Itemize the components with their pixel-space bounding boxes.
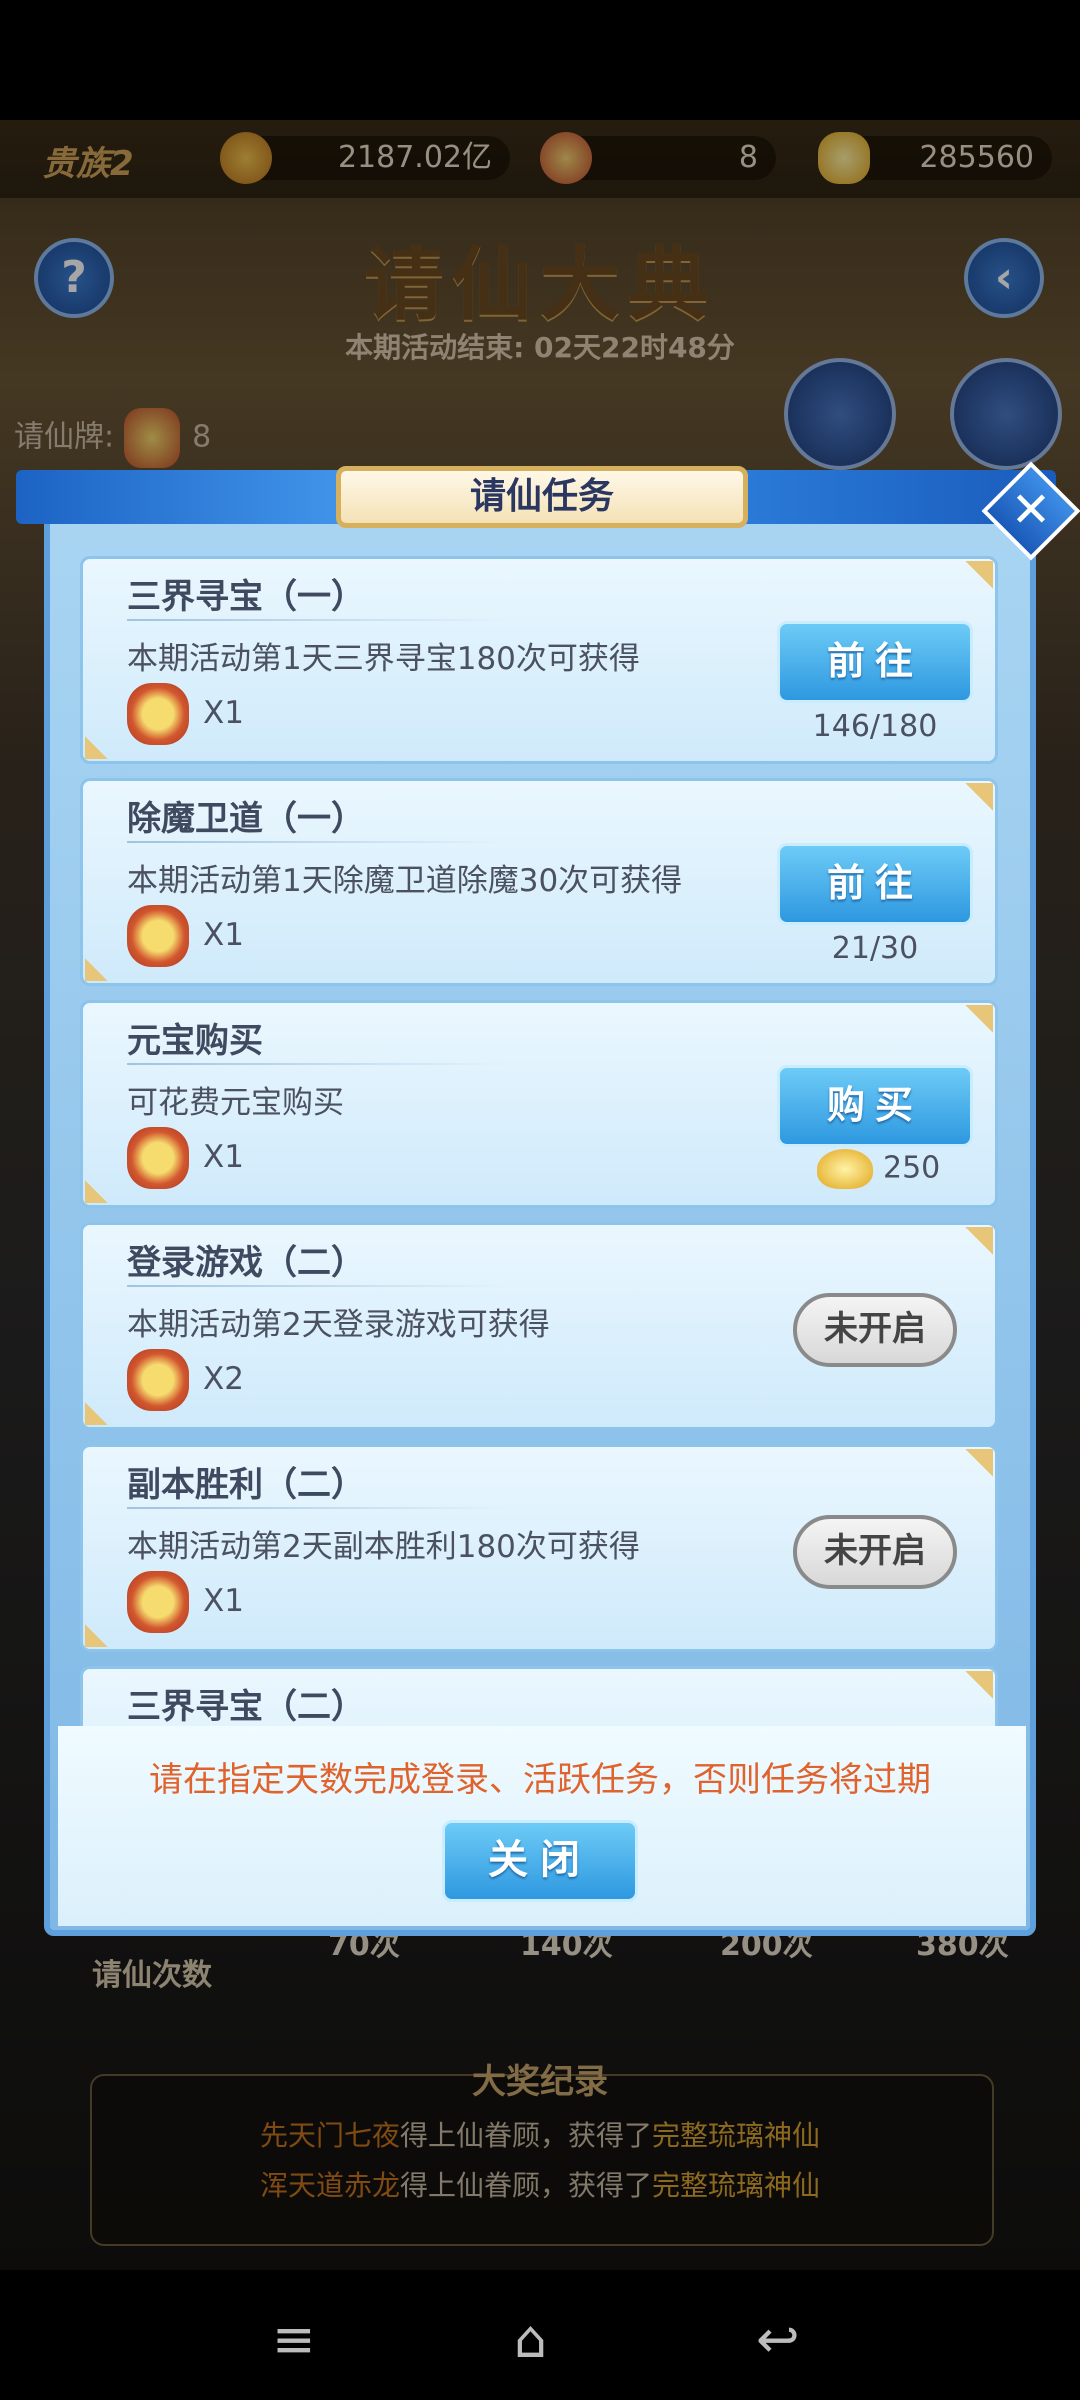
home-icon[interactable]: ⌂ [514,2310,547,2370]
corner-ornament [947,1227,993,1273]
summon-token-icon [127,905,189,967]
task-card: 除魔卫道（一） 本期活动第1天除魔卫道除魔30次可获得 X1 前往 21/30 [80,778,998,986]
task-card: 三界寻宝（二） [80,1666,998,1726]
summon-token-icon [127,1127,189,1189]
divider [127,1507,507,1509]
not-open-button: 未开启 [793,1515,957,1589]
task-description: 本期活动第2天副本胜利180次可获得 [127,1529,640,1565]
reward-quantity: X1 [203,1139,244,1175]
task-title: 元宝购买 [127,1021,263,1061]
task-list[interactable]: 三界寻宝（一） 本期活动第1天三界寻宝180次可获得 X1 前往 146/180… [80,556,1000,1726]
summon-token-icon [127,1349,189,1411]
divider [127,1285,507,1287]
corner-ornament [85,1601,131,1647]
task-description: 本期活动第1天除魔卫道除魔30次可获得 [127,863,683,899]
corner-ornament [85,1379,131,1425]
corner-ornament [85,1157,131,1203]
task-description: 本期活动第2天登录游戏可获得 [127,1307,550,1343]
corner-ornament [947,783,993,829]
task-card: 副本胜利（二） 本期活动第2天副本胜利180次可获得 X1 未开启 [80,1444,998,1652]
divider [127,1063,507,1065]
expiry-warning: 请在指定天数完成登录、活跃任务，否则任务将过期 [149,1760,931,1800]
menu-icon[interactable]: ≡ [272,2310,316,2370]
corner-ornament [947,1449,993,1495]
divider [127,841,507,843]
not-open-button: 未开启 [793,1293,957,1367]
task-title: 三界寻宝（一） [127,577,365,617]
corner-ornament [947,1671,993,1717]
corner-ornament [85,935,131,981]
corner-ornament [947,1005,993,1051]
task-progress: 146/180 [812,709,938,744]
price-value: 250 [883,1150,941,1186]
reward-quantity: X1 [203,917,244,953]
close-icon: ✕ [1010,482,1052,538]
corner-ornament [947,561,993,607]
summon-token-icon [127,683,189,745]
close-button[interactable]: 关闭 [442,1820,638,1902]
modal-title: 请仙任务 [336,466,748,528]
task-title: 副本胜利（二） [127,1465,365,1505]
go-button[interactable]: 前往 [777,843,973,925]
divider [127,619,507,621]
gold-ingot-icon [817,1149,873,1189]
task-progress: 21/30 [831,931,919,966]
summon-token-icon [127,1571,189,1633]
task-description: 可花费元宝购买 [127,1085,344,1121]
reward-quantity: X2 [203,1361,244,1397]
status-bar [0,0,1080,120]
go-button[interactable]: 前往 [777,621,973,703]
buy-button[interactable]: 购买 [777,1065,973,1147]
task-title: 三界寻宝（二） [127,1687,365,1726]
task-card: 元宝购买 可花费元宝购买 X1 购买 250 [80,1000,998,1208]
corner-ornament [85,713,131,759]
task-title: 除魔卫道（一） [127,799,365,839]
reward-quantity: X1 [203,695,244,731]
task-card: 三界寻宝（一） 本期活动第1天三界寻宝180次可获得 X1 前往 146/180 [80,556,998,764]
task-title: 登录游戏（二） [127,1243,365,1283]
price: 250 [817,1149,940,1189]
task-card: 登录游戏（二） 本期活动第2天登录游戏可获得 X2 未开启 [80,1222,998,1430]
back-icon[interactable]: ↩ [756,2310,800,2370]
reward-quantity: X1 [203,1583,244,1619]
task-description: 本期活动第1天三界寻宝180次可获得 [127,641,640,677]
